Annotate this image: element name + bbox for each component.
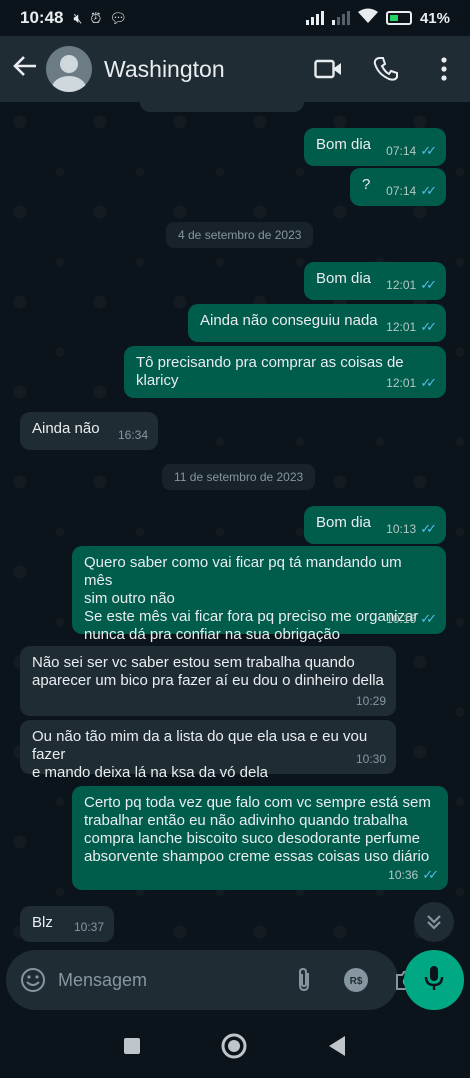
status-bar: 10:48 🔇︎ ⏰︎ 💬︎ 41%: [0, 0, 470, 36]
message-bubble[interactable]: Certo pq toda vez que falo com vc sempre…: [72, 786, 448, 890]
message-bubble[interactable]: Bom dia 12:01 ✓✓: [304, 262, 446, 300]
back-button[interactable]: [327, 1035, 347, 1062]
chat-area[interactable]: Bom dia 07:14 ✓✓ ? 07:14 ✓✓ 4 de setembro …: [0, 102, 470, 948]
message-text: Tô precisando pra comprar as coisas de k…: [136, 354, 404, 389]
message-input[interactable]: [58, 969, 290, 991]
message-bubble[interactable]: Bom dia 10:13 ✓✓: [304, 506, 446, 544]
read-ticks-icon: ✓✓: [420, 319, 437, 334]
message-text: Ainda não conseguiu nada: [200, 312, 378, 329]
signal-icon: [305, 11, 324, 25]
avatar[interactable]: [46, 46, 92, 92]
message-time: 12:01: [386, 320, 417, 334]
message-time: 10:13: [386, 522, 417, 536]
more-options-icon[interactable]: [430, 55, 458, 83]
message-time: 10:29: [355, 694, 386, 708]
recent-apps-button[interactable]: [123, 1037, 141, 1060]
message-text: Ainda não: [32, 420, 100, 437]
wifi-icon: [357, 8, 378, 28]
date-divider: 11 de setembro de 2023: [162, 464, 316, 490]
message-text: Blz: [32, 914, 53, 931]
message-composer: R$: [6, 950, 420, 1010]
svg-text:R$: R$: [350, 976, 363, 987]
contact-name[interactable]: Washington: [104, 56, 225, 83]
message-bubble[interactable]: Bom dia 07:14 ✓✓: [304, 128, 446, 166]
read-ticks-icon: ✓✓: [420, 143, 437, 158]
message-bubble[interactable]: Ainda não 16:34: [20, 412, 158, 450]
back-arrow-icon[interactable]: [12, 53, 40, 86]
message-time: 07:14: [386, 144, 417, 158]
battery-icon: [385, 11, 412, 25]
notification-icons: 🔇︎ ⏰︎ 💬︎: [73, 10, 127, 27]
message-time: 12:01: [386, 376, 417, 390]
read-ticks-icon: ✓✓: [420, 521, 437, 536]
read-ticks-icon: ✓✓: [420, 183, 437, 198]
message-time: 07:14: [386, 184, 417, 198]
read-ticks-icon: ✓✓: [420, 375, 437, 390]
message-bubble[interactable]: Blz 10:37: [20, 906, 114, 942]
message-icon: 💬︎: [109, 9, 128, 26]
voice-message-button[interactable]: [404, 950, 464, 1010]
system-navigation-bar: [0, 1018, 470, 1078]
read-ticks-icon: ✓✓: [420, 611, 437, 626]
date-divider: 4 de setembro de 2023: [166, 222, 314, 248]
message-time: 10:16: [386, 612, 417, 626]
message-time: 12:01: [386, 278, 417, 292]
mute-icon: 🔇︎: [73, 9, 83, 26]
message-bubble[interactable]: Quero saber como vai ficar pq tá mandand…: [72, 546, 446, 643]
read-ticks-icon: ✓✓: [420, 277, 437, 292]
message-time: 16:34: [117, 428, 148, 442]
signal-2-icon: [331, 11, 350, 25]
message-bubble[interactable]: Tô precisando pra comprar as coisas de k…: [124, 346, 446, 398]
message-text: Não sei ser vc saber estou sem trabalha …: [32, 654, 384, 689]
message-text: Bom dia: [316, 514, 372, 531]
battery-level: 41%: [419, 9, 450, 27]
scroll-to-bottom-button[interactable]: [414, 902, 454, 942]
payment-icon[interactable]: R$: [342, 966, 370, 994]
home-button[interactable]: [221, 1033, 247, 1064]
emoji-icon[interactable]: [20, 966, 46, 994]
attach-icon[interactable]: [290, 966, 318, 994]
message-bubble[interactable]: Ou não tão mim da a lista do que ela usa…: [20, 720, 396, 781]
partial-message-bubble: [140, 102, 304, 112]
message-time: 10:37: [73, 920, 104, 934]
status-time: 10:48: [20, 8, 64, 27]
message-text: Quero saber como vai ficar pq tá mandand…: [84, 554, 419, 643]
read-ticks-icon: ✓✓: [422, 867, 439, 882]
chat-header: Washington: [0, 36, 470, 102]
message-bubble[interactable]: Ainda não conseguiu nada 12:01 ✓✓: [188, 304, 446, 342]
message-bubble[interactable]: Não sei ser vc saber estou sem trabalha …: [20, 646, 396, 716]
message-time: 10:30: [355, 752, 386, 766]
message-bubble[interactable]: ? 07:14 ✓✓: [350, 168, 446, 206]
video-call-icon[interactable]: [314, 55, 342, 83]
microphone-icon: [423, 964, 445, 997]
message-text: Bom dia: [316, 270, 372, 287]
phone-call-icon[interactable]: [372, 55, 400, 83]
alarm-icon: ⏰︎: [90, 9, 102, 26]
message-text: Certo pq toda vez que falo com vc sempre…: [84, 794, 431, 865]
message-text: Ou não tão mim da a lista do que ela usa…: [32, 728, 368, 781]
message-time: 10:36: [388, 868, 419, 882]
message-text: ?: [362, 176, 371, 193]
message-text: Bom dia: [316, 136, 372, 153]
